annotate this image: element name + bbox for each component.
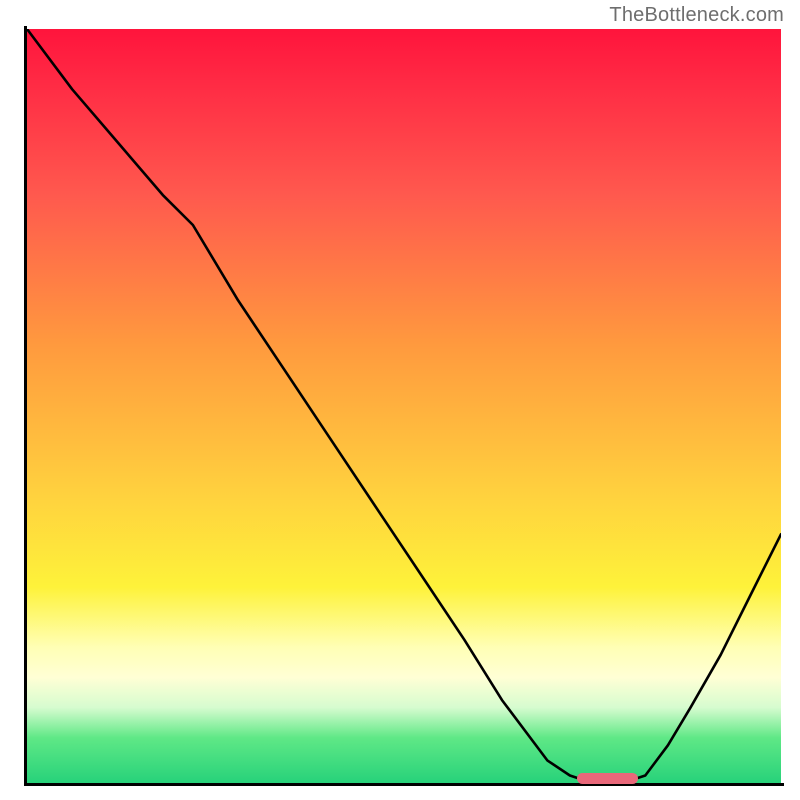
bottleneck-curve (27, 29, 781, 783)
plot-frame (24, 26, 784, 786)
watermark-label: TheBottleneck.com (609, 4, 784, 27)
chart-container: TheBottleneck.com (0, 0, 800, 800)
optimum-marker (577, 773, 637, 784)
